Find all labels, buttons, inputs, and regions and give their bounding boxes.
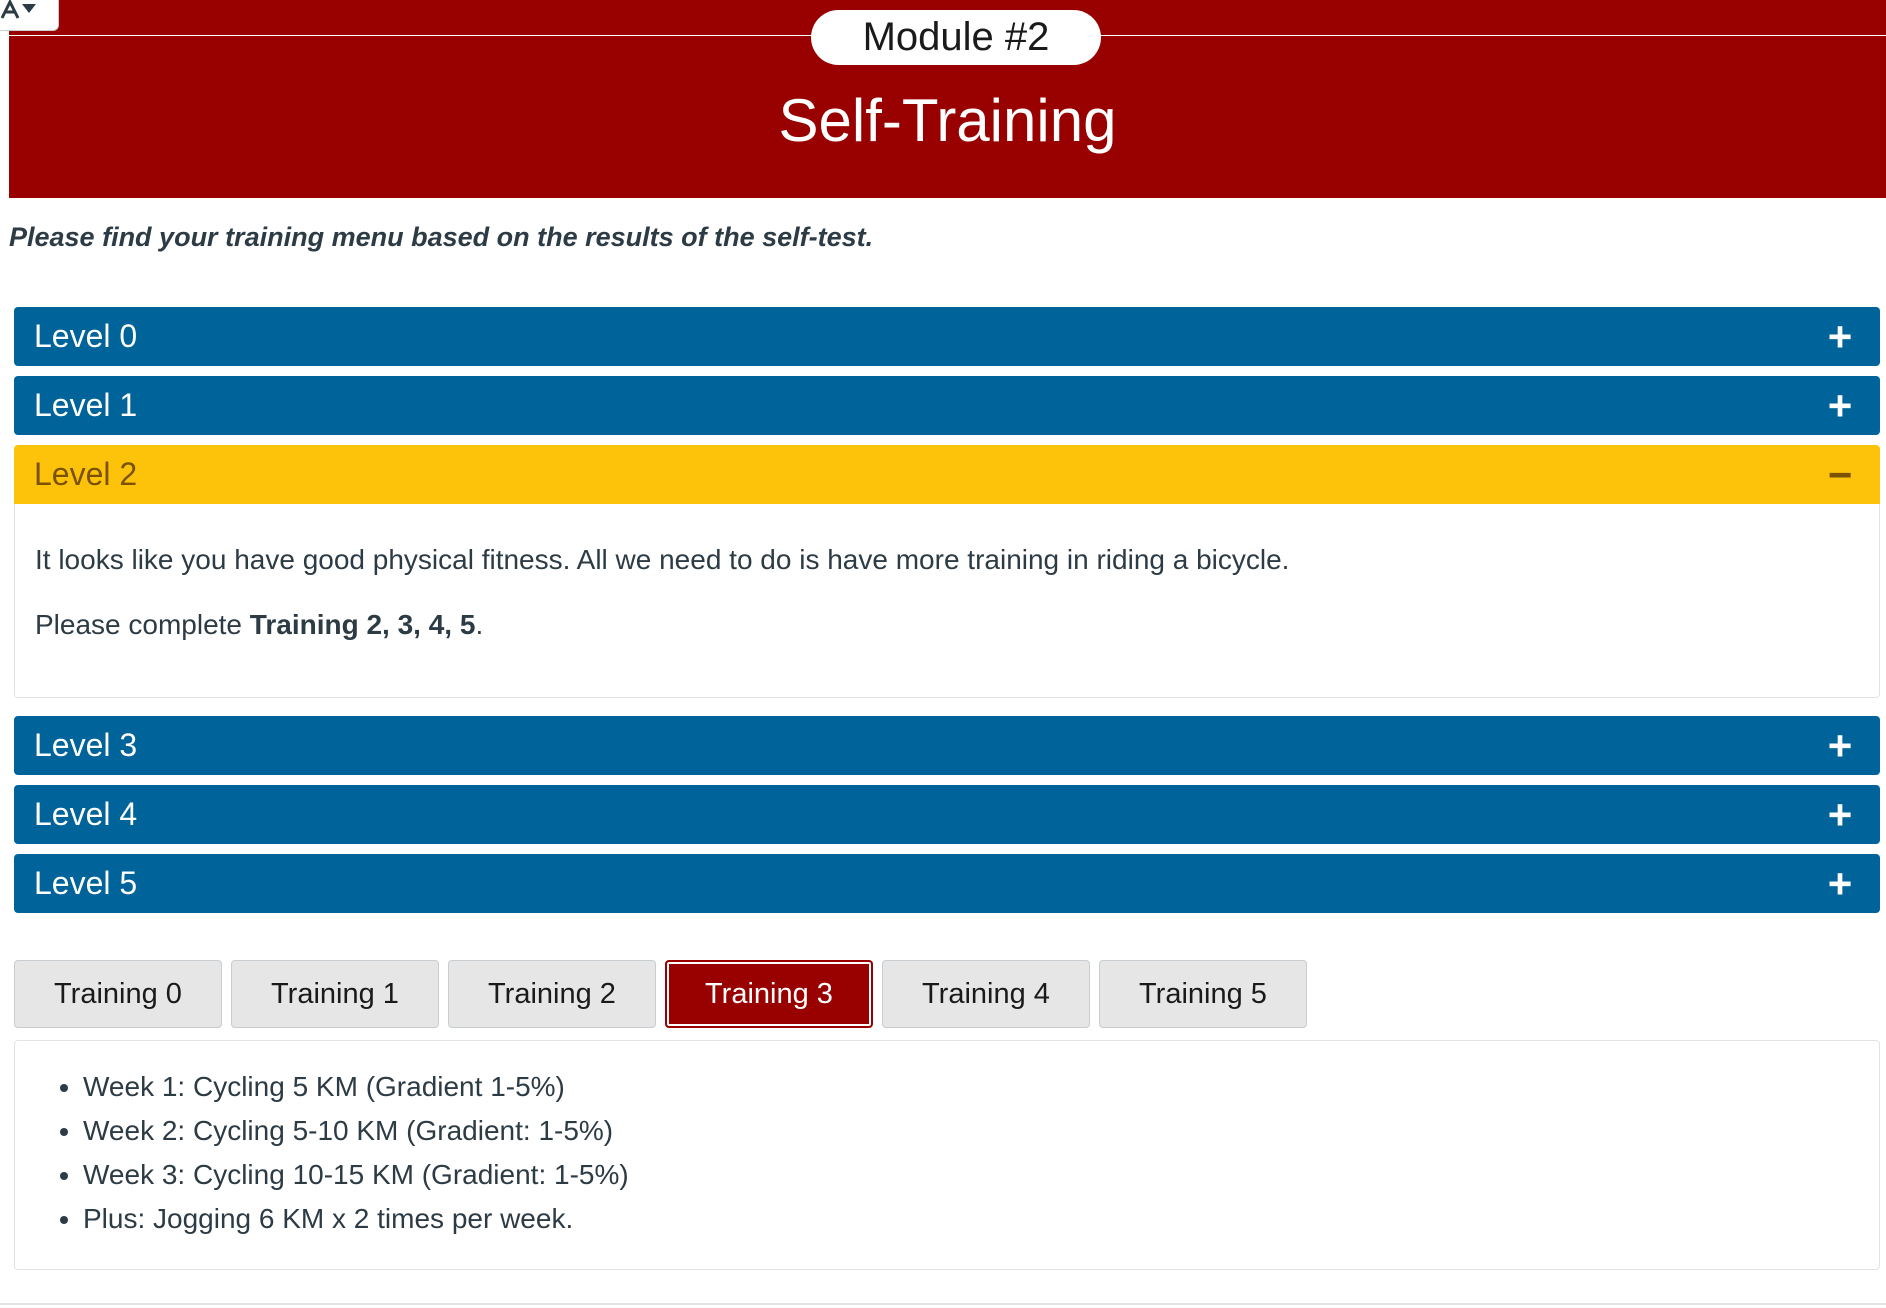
instruction-prefix: Please complete <box>35 609 250 640</box>
minus-icon: − <box>1827 451 1853 498</box>
tab-training-1[interactable]: Training 1 <box>231 960 439 1028</box>
plus-icon: + <box>1827 791 1853 838</box>
bottom-divider <box>0 1303 1886 1305</box>
accordion-label: Level 3 <box>34 727 138 763</box>
panel-text: It looks like you have good physical fit… <box>35 544 1290 575</box>
tab-training-5[interactable]: Training 5 <box>1099 960 1307 1028</box>
intro-text: Please find your training menu based on … <box>9 222 874 252</box>
accordion-item-level-0: Level 0 + <box>14 307 1880 366</box>
instruction-trainings: Training 2, 3, 4, 5 <box>249 609 476 640</box>
accordion-item-level-1: Level 1 + <box>14 376 1880 435</box>
plus-icon: + <box>1827 860 1853 907</box>
plus-icon: + <box>1827 722 1853 769</box>
accordion-label: Level 1 <box>34 387 138 423</box>
tab-training-2[interactable]: Training 2 <box>448 960 656 1028</box>
list-item: Week 3: Cycling 10-15 KM (Gradient: 1-5%… <box>83 1153 1879 1197</box>
instruction-suffix: . <box>475 609 484 640</box>
tab-training-3[interactable]: Training 3 <box>665 960 873 1028</box>
training-plan-list: Week 1: Cycling 5 KM (Gradient 1-5%) Wee… <box>15 1065 1879 1241</box>
list-item: Week 2: Cycling 5-10 KM (Gradient: 1-5%) <box>83 1109 1879 1153</box>
accordion-label: Level 2 <box>34 456 138 492</box>
accordion-item-level-5: Level 5 + <box>14 854 1880 913</box>
list-item: Week 1: Cycling 5 KM (Gradient 1-5%) <box>83 1065 1879 1109</box>
accordion-item-level-4: Level 4 + <box>14 785 1880 844</box>
accordion-header-level-0[interactable]: Level 0 + <box>14 307 1880 366</box>
accordion-label: Level 5 <box>34 865 138 901</box>
accordion-label: Level 4 <box>34 796 138 832</box>
accordion-header-level-4[interactable]: Level 4 + <box>14 785 1880 844</box>
accordion-header-level-2[interactable]: Level 2 − <box>14 445 1880 504</box>
accordion-label: Level 0 <box>34 318 138 354</box>
module-banner: Module #2 Self-Training <box>9 0 1886 198</box>
page: Module #2 Self-Training Please find your… <box>0 0 1886 1308</box>
accordion-panel-level-2: It looks like you have good physical fit… <box>14 504 1880 698</box>
panel-instruction: Please complete Training 2, 3, 4, 5. <box>35 607 1859 643</box>
accordion-item-level-3: Level 3 + <box>14 716 1880 775</box>
page-title: Self-Training <box>778 87 1117 154</box>
training-tabs: Training 0 Training 1 Training 2 Trainin… <box>14 960 1316 1028</box>
accordion-header-level-1[interactable]: Level 1 + <box>14 376 1880 435</box>
accordion-header-level-3[interactable]: Level 3 + <box>14 716 1880 775</box>
tab-training-0[interactable]: Training 0 <box>14 960 222 1028</box>
accordion-header-level-5[interactable]: Level 5 + <box>14 854 1880 913</box>
training-3-panel: Week 1: Cycling 5 KM (Gradient 1-5%) Wee… <box>14 1040 1880 1270</box>
accessibility-widget[interactable] <box>0 0 59 31</box>
plus-icon: + <box>1827 313 1853 360</box>
list-item: Plus: Jogging 6 KM x 2 times per week. <box>83 1197 1879 1241</box>
plus-icon: + <box>1827 382 1853 429</box>
module-label: Module #2 <box>811 10 1101 65</box>
level-accordion: Level 0 + Level 1 + Level 2 − It looks l… <box>14 307 1880 923</box>
accessibility-checker-icon <box>0 0 36 19</box>
tab-training-4[interactable]: Training 4 <box>882 960 1090 1028</box>
accordion-item-level-2: Level 2 − It looks like you have good ph… <box>14 445 1880 698</box>
